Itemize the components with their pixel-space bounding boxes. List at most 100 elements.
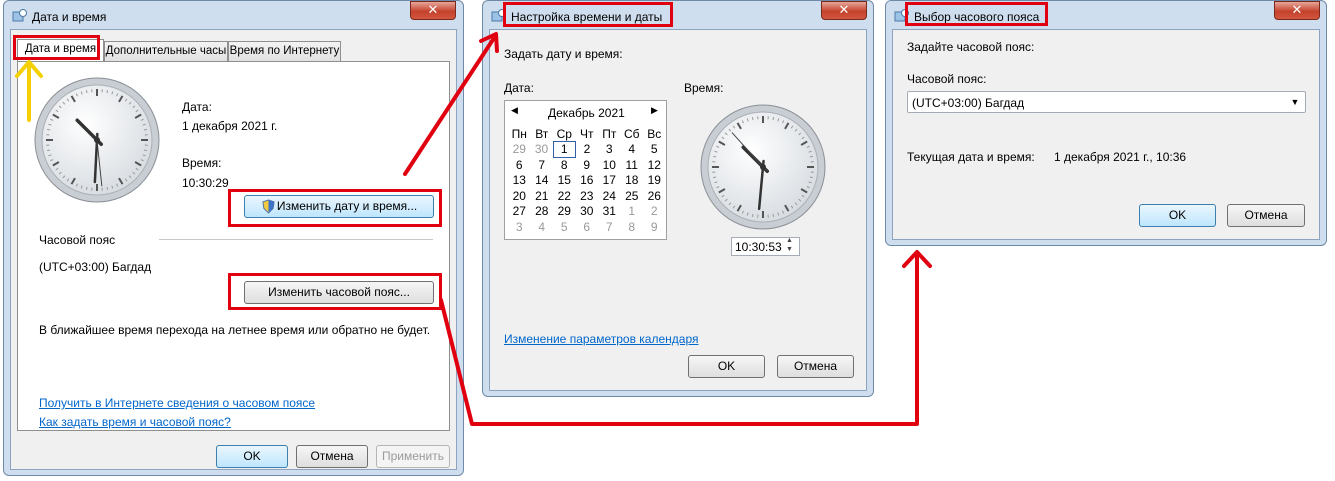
titlebar[interactable]: Дата и время ✕ bbox=[4, 1, 463, 31]
calendar-day[interactable]: 22 bbox=[553, 188, 576, 204]
calendar-day[interactable]: 13 bbox=[508, 173, 531, 189]
calendar-day[interactable]: 16 bbox=[576, 173, 599, 189]
calendar-day[interactable]: 21 bbox=[531, 188, 554, 204]
calendar-day[interactable]: 3 bbox=[598, 142, 621, 158]
spin-down-icon[interactable]: ▼ bbox=[786, 246, 793, 253]
calendar-day[interactable]: 30 bbox=[531, 142, 554, 158]
calendar-day[interactable]: 6 bbox=[508, 157, 531, 173]
tab-additional-clocks[interactable]: Дополнительные часы bbox=[104, 41, 228, 62]
clock-tick bbox=[751, 117, 754, 121]
calendar-day[interactable]: 6 bbox=[576, 219, 599, 235]
close-button[interactable]: ✕ bbox=[1274, 1, 1320, 20]
arrow-to-window3-head bbox=[902, 250, 932, 268]
calendar-day[interactable]: 12 bbox=[643, 157, 666, 173]
calendar-day[interactable]: 11 bbox=[621, 157, 644, 173]
calendar-day[interactable]: 23 bbox=[576, 188, 599, 204]
calendar[interactable]: ◀ Декабрь 2021 ▶ Пн Вт Ср Чт Пт Сб Вс 29 30 1 2 3 4 5… bbox=[504, 100, 667, 240]
highlight-tab bbox=[13, 35, 100, 60]
calendar-day[interactable]: 2 bbox=[576, 142, 599, 158]
time-input[interactable]: 10:30:53 bbox=[735, 240, 782, 254]
date-label: Дата: bbox=[182, 100, 212, 114]
time-value: 10:30:29 bbox=[182, 176, 229, 190]
cancel-button[interactable]: Отмена bbox=[296, 445, 368, 468]
calendar-day[interactable]: 17 bbox=[598, 173, 621, 189]
clock-tick bbox=[772, 117, 775, 121]
date-value: 1 декабря 2021 г. bbox=[182, 119, 278, 133]
calendar-day[interactable]: 31 bbox=[598, 204, 621, 220]
calendar-day[interactable]: 1 bbox=[552, 141, 576, 158]
weekday-header: Сб bbox=[623, 126, 640, 141]
timezone-info-link[interactable]: Получить в Интернете сведения о часовом … bbox=[39, 396, 315, 410]
prev-month-icon[interactable]: ◀ bbox=[511, 105, 518, 116]
cancel-button[interactable]: Отмена bbox=[777, 355, 854, 378]
clock-tick bbox=[85, 186, 88, 190]
clock-tick bbox=[713, 176, 717, 179]
current-datetime-value: 1 декабря 2021 г., 10:36 bbox=[1054, 150, 1187, 164]
calendar-day[interactable]: 14 bbox=[531, 173, 554, 189]
spin-up-icon[interactable]: ▲ bbox=[786, 237, 793, 244]
weekday-header: Вс bbox=[647, 126, 662, 141]
calendar-day[interactable]: 10 bbox=[598, 157, 621, 173]
date-label: Дата: bbox=[504, 81, 534, 95]
calendar-day[interactable]: 4 bbox=[621, 142, 644, 158]
calendar-day[interactable]: 27 bbox=[508, 204, 531, 220]
calendar-day[interactable]: 5 bbox=[643, 142, 666, 158]
howto-link[interactable]: Как задать время и часовой пояс? bbox=[39, 415, 231, 429]
calendar-day[interactable]: 7 bbox=[598, 219, 621, 235]
apply-button[interactable]: Применить bbox=[376, 445, 450, 468]
calendar-day[interactable]: 29 bbox=[553, 204, 576, 220]
calendar-settings-link[interactable]: Изменение параметров календаря bbox=[504, 332, 699, 346]
calendar-day[interactable]: 26 bbox=[643, 188, 666, 204]
clock-center bbox=[760, 164, 766, 170]
calendar-day[interactable]: 8 bbox=[553, 157, 576, 173]
calendar-day[interactable]: 9 bbox=[643, 219, 666, 235]
dst-note: В ближайшее время перехода на летнее вре… bbox=[39, 323, 431, 337]
calendar-day[interactable]: 5 bbox=[553, 219, 576, 235]
calendar-day[interactable]: 1 bbox=[621, 204, 644, 220]
clock-tick bbox=[106, 186, 109, 190]
calendar-day[interactable]: 9 bbox=[576, 157, 599, 173]
current-datetime-label: Текущая дата и время: bbox=[907, 150, 1035, 164]
calendar-day[interactable]: 25 bbox=[621, 188, 644, 204]
timezone-window: Выбор часового пояса ✕ Задайте часовой п… bbox=[885, 0, 1327, 246]
calendar-day[interactable]: 15 bbox=[553, 173, 576, 189]
client-area: Дата и время Дополнительные часы Время п… bbox=[10, 29, 457, 470]
close-button[interactable]: ✕ bbox=[821, 1, 867, 20]
clock-tick bbox=[713, 155, 717, 158]
calendar-day[interactable]: 2 bbox=[643, 204, 666, 220]
calendar-day[interactable]: 24 bbox=[598, 188, 621, 204]
close-button[interactable]: ✕ bbox=[410, 1, 456, 20]
calendar-day[interactable]: 29 bbox=[508, 142, 531, 158]
client-area: Задайте часовой пояс: Часовой пояс: (UTC… bbox=[892, 29, 1320, 240]
clock-center bbox=[94, 137, 100, 143]
heading: Задайте часовой пояс: bbox=[907, 40, 1035, 54]
weekday-header: Пт bbox=[602, 126, 617, 141]
calendar-day[interactable]: 20 bbox=[508, 188, 531, 204]
timezone-selected: (UTC+03:00) Багдад bbox=[912, 96, 1025, 110]
calendar-day[interactable]: 3 bbox=[508, 219, 531, 235]
datetime-window: Дата и время ✕ Дата и время Дополнительн… bbox=[3, 0, 464, 476]
next-month-icon[interactable]: ▶ bbox=[651, 105, 658, 116]
ok-button[interactable]: OK bbox=[216, 445, 288, 468]
calendar-day[interactable]: 30 bbox=[576, 204, 599, 220]
calendar-day[interactable]: 8 bbox=[621, 219, 644, 235]
calendar-day[interactable]: 18 bbox=[621, 173, 644, 189]
calendar-grid: Пн Вт Ср Чт Пт Сб Вс 29 30 1 2 3 4 5 6 7 8 9 10 11 12 13 14 15 1… bbox=[508, 126, 666, 235]
calendar-day[interactable]: 7 bbox=[531, 157, 554, 173]
chevron-down-icon[interactable]: ▼ bbox=[1287, 94, 1303, 110]
calendar-day[interactable]: 28 bbox=[531, 204, 554, 220]
time-label: Время: bbox=[684, 81, 724, 95]
clock-tick bbox=[772, 213, 775, 217]
calendar-day[interactable]: 19 bbox=[643, 173, 666, 189]
clock-tick bbox=[143, 128, 147, 131]
tab-internet-time[interactable]: Время по Интернету bbox=[228, 41, 341, 62]
time-spinner[interactable]: 10:30:53 ▲ ▼ bbox=[731, 237, 800, 256]
calendar-day[interactable]: 4 bbox=[531, 219, 554, 235]
cancel-button[interactable]: Отмена bbox=[1227, 204, 1305, 227]
calendar-month[interactable]: Декабрь 2021 bbox=[548, 106, 625, 120]
clock-tick bbox=[751, 213, 754, 217]
ok-button[interactable]: OK bbox=[688, 355, 765, 378]
ok-button[interactable]: OK bbox=[1139, 204, 1216, 227]
timezone-select[interactable]: (UTC+03:00) Багдад ▼ bbox=[907, 91, 1306, 113]
highlight-window3-title bbox=[905, 2, 1048, 26]
